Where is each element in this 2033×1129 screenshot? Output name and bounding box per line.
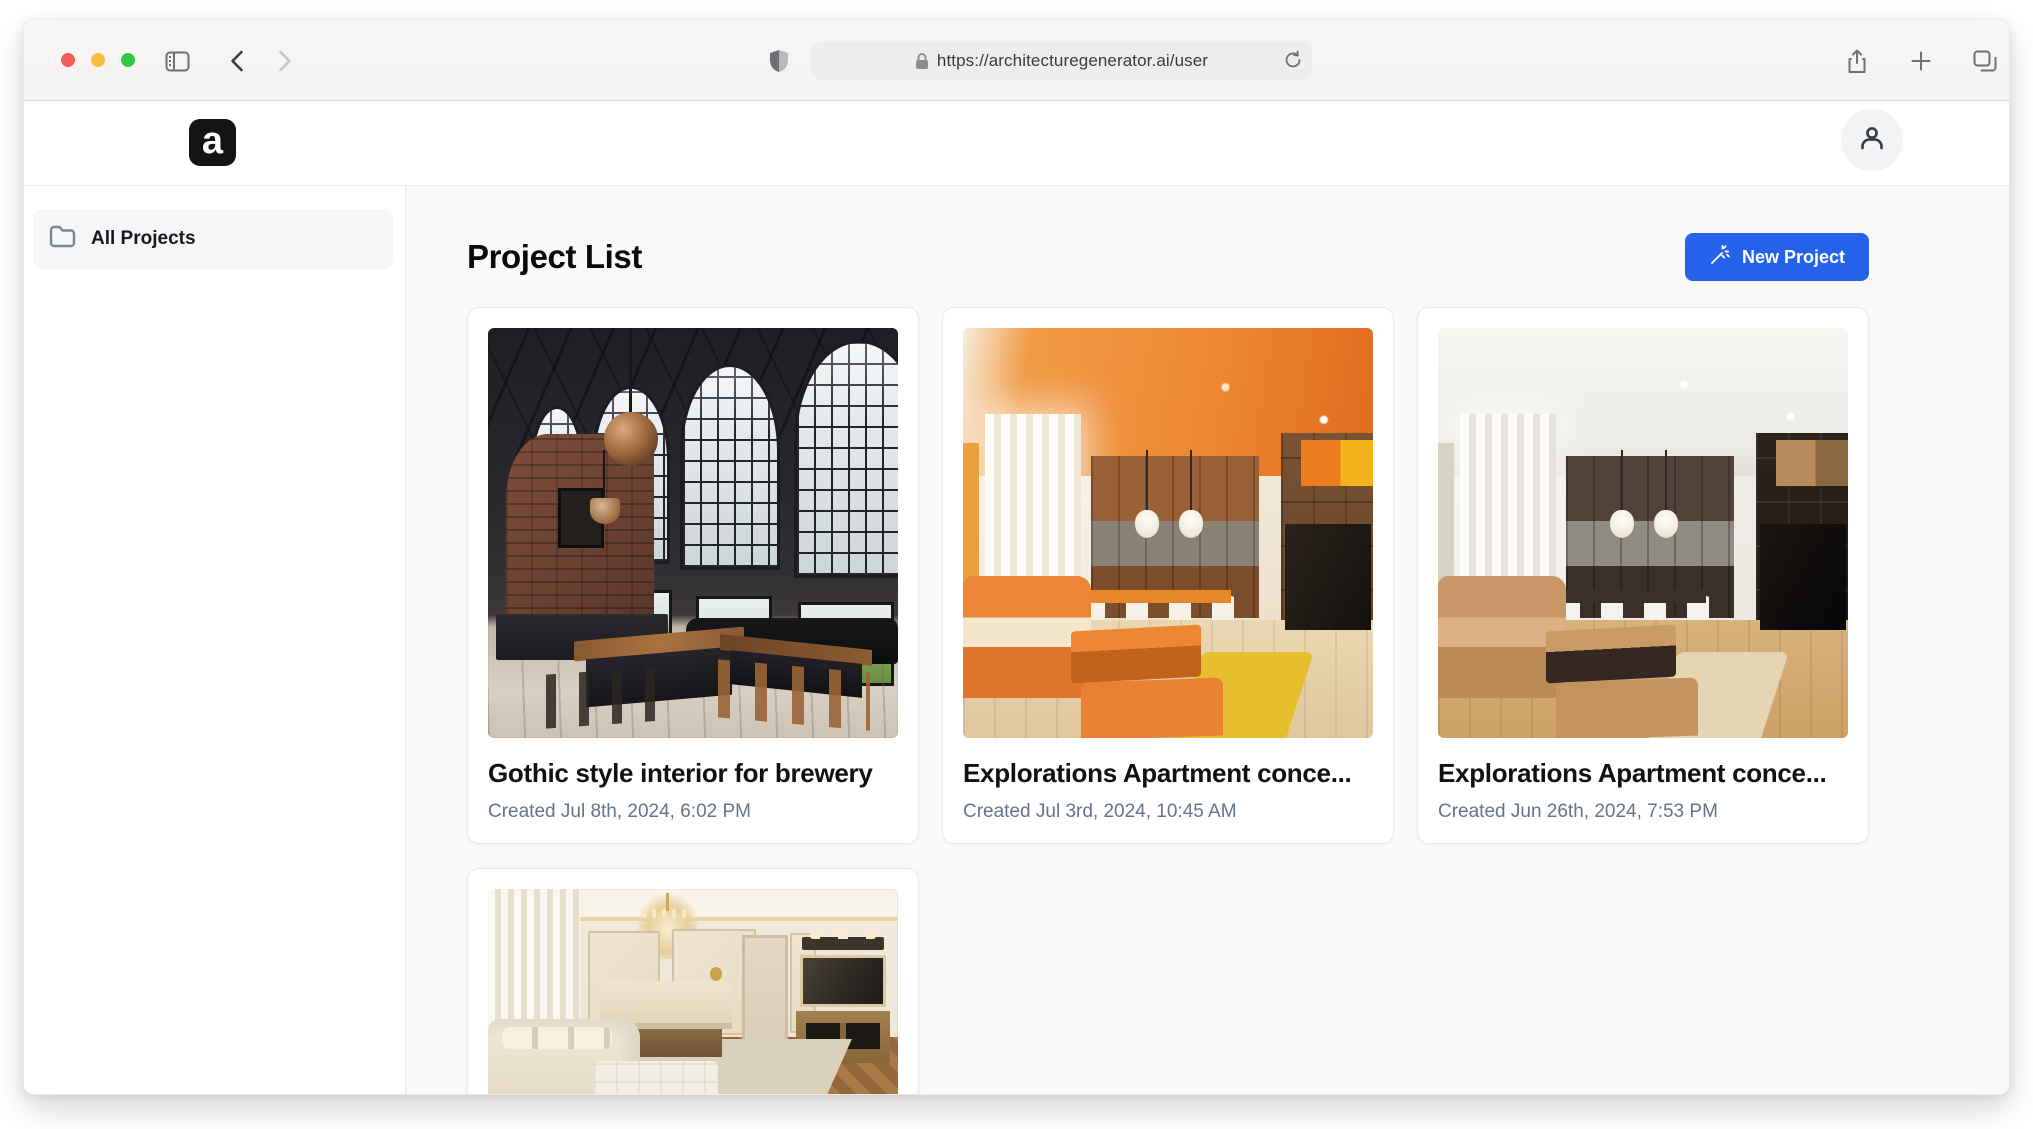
page-title: Project List [467,238,642,275]
sidebar-toggle-icon[interactable] [164,48,190,74]
privacy-shield-icon[interactable] [766,48,792,74]
project-thumbnail [488,328,898,738]
account-button[interactable] [1841,109,1903,171]
project-card[interactable]: Explorations Apartment conce... Created … [942,307,1394,844]
new-tab-icon[interactable] [1908,48,1934,74]
share-icon[interactable] [1844,48,1870,74]
tv-screen [800,955,886,1007]
folder-icon [49,225,76,253]
sidebar-item-all-projects[interactable]: All Projects [33,209,393,269]
pendant-lamp [1654,450,1678,538]
wood-chairs [718,659,870,731]
accent-panels [1776,440,1848,486]
url-text: https://architecturegenerator.ai/user [936,51,1209,70]
project-grid: Gothic style interior for brewery Create… [467,307,1869,1094]
app-logo[interactable]: a [189,119,236,166]
bar-stools [546,665,678,729]
pendant-lamp [1610,450,1634,538]
new-project-label: New Project [1741,246,1845,267]
dining-table [1566,590,1706,603]
project-card[interactable] [467,868,919,1094]
pendant-lamp [604,328,658,466]
minimize-window-button[interactable] [91,53,105,67]
project-thumbnail [963,328,1373,738]
person-icon [1857,123,1887,158]
refresh-icon[interactable] [1284,50,1302,70]
wall-art [963,443,979,593]
browser-toolbar: https://architecturegenerator.ai/user [24,20,2009,101]
arch-window [794,340,898,578]
pendant-lamp [590,450,620,524]
page-header-row: Project List New Project [467,233,1869,281]
app-body: All Projects Project List New Project Go… [24,186,2009,1094]
browser-window: https://architecturegenerator.ai/user a … [23,19,2010,1095]
accent-panels [1301,440,1373,486]
sidebar: All Projects [24,186,406,1094]
app-header: a [24,101,2009,186]
project-title: Explorations Apartment conce... [963,758,1352,788]
pendant-lamp [1135,450,1159,538]
project-date: Created Jun 26th, 2024, 7:53 PM [1438,801,1718,822]
tab-overview-icon[interactable] [1972,48,1998,74]
magic-wand-icon [1709,244,1731,271]
tv-screen [1760,524,1846,630]
project-date: Created Jul 3rd, 2024, 10:45 AM [963,801,1237,822]
project-card[interactable]: Explorations Apartment conce... Created … [1417,307,1869,844]
close-window-button[interactable] [61,53,75,67]
wall-sconces [802,930,884,950]
address-bar[interactable]: https://architecturegenerator.ai/user [811,42,1312,80]
project-thumbnail [1438,328,1848,738]
ottoman [1556,677,1698,738]
lock-icon [915,52,929,70]
ottoman [1081,677,1223,738]
project-thumbnail [488,889,898,1094]
project-title: Explorations Apartment conce... [1438,758,1827,788]
coffee-table [1071,624,1201,684]
tv-screen [1285,524,1371,630]
back-button[interactable] [224,48,250,74]
ottoman [594,1061,718,1094]
forward-button[interactable] [272,48,298,74]
wall-art [1438,443,1454,593]
dining-table [1091,590,1231,603]
arch-window [680,364,780,570]
main-content: Project List New Project Gothic style in… [406,186,2009,1094]
zoom-window-button[interactable] [121,53,135,67]
project-date: Created Jul 8th, 2024, 6:02 PM [488,801,751,822]
coffee-table [1546,624,1676,684]
new-project-button[interactable]: New Project [1684,233,1869,281]
pendant-lamp [1179,450,1203,538]
sidebar-item-label: All Projects [91,228,196,249]
project-title: Gothic style interior for brewery [488,758,873,788]
project-card[interactable]: Gothic style interior for brewery Create… [467,307,919,844]
